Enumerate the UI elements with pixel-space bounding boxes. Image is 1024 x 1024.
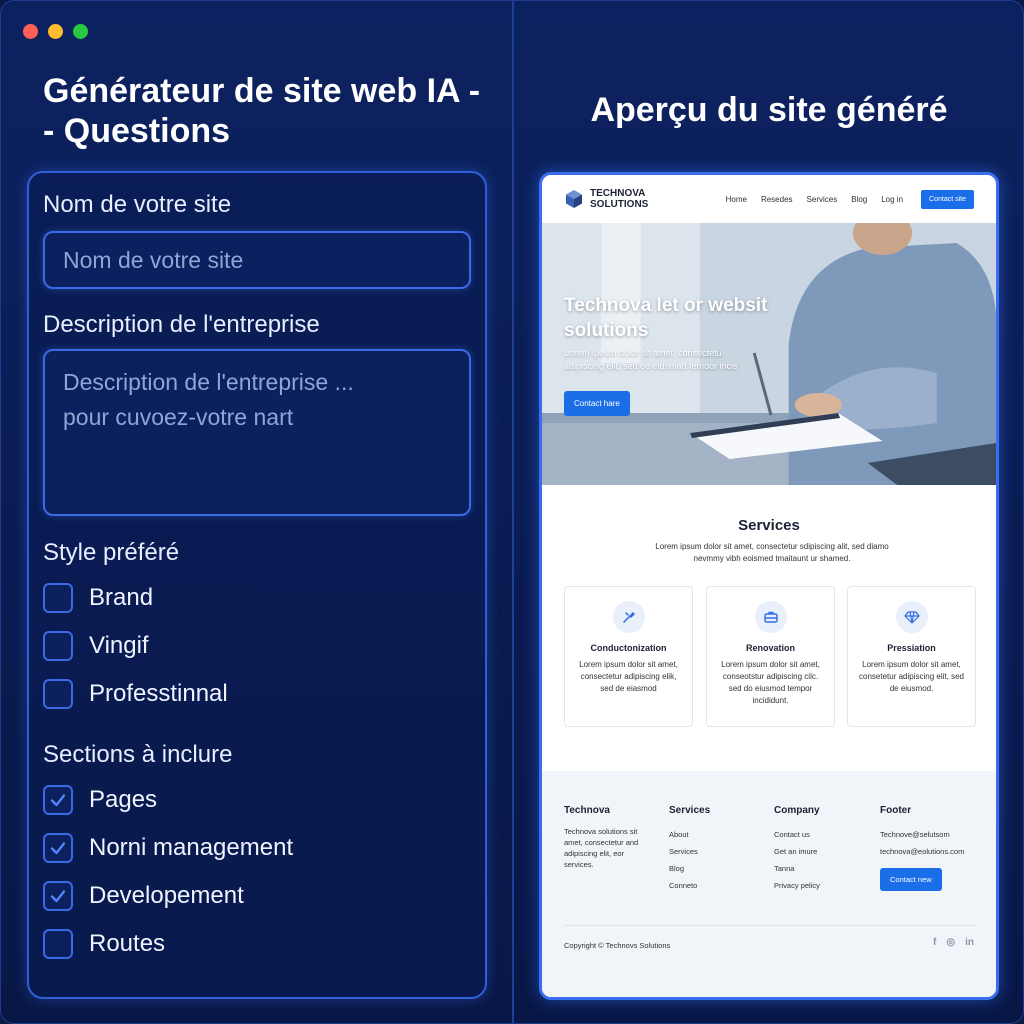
style-option-label: Vingif [89, 632, 149, 659]
service-card[interactable]: Conductonization Lorem ipsum dolor sit a… [564, 586, 693, 727]
checkmark-icon [50, 842, 66, 855]
panel-divider [512, 1, 514, 1023]
checkbox[interactable] [43, 631, 73, 661]
footer-link[interactable]: Conneto [669, 877, 769, 894]
footer-link[interactable]: Privacy pelicy [774, 877, 874, 894]
footer-divider [564, 925, 976, 926]
nav-link-resedes[interactable]: Resedes [761, 195, 793, 204]
section-option-development[interactable]: Developement [43, 881, 244, 911]
footer-link[interactable]: Get an imure [774, 843, 874, 860]
nav-link-home[interactable]: Home [726, 195, 747, 204]
briefcase-icon [754, 601, 787, 633]
footer-heading: Company [774, 805, 820, 816]
services-title: Services [738, 517, 800, 534]
social-links: f ◎ in [933, 937, 974, 948]
style-option-brand[interactable]: Brand [43, 583, 153, 613]
footer-heading: Technova [564, 805, 610, 816]
minimize-window-button[interactable] [48, 24, 63, 39]
service-card[interactable]: Pressiation Lorem ipsum dolor sit amet, … [847, 586, 976, 727]
service-card-text: Lorem ipsum dolor sit amet, consetetur a… [859, 660, 964, 693]
section-option-management[interactable]: Norni management [43, 833, 293, 863]
facebook-icon[interactable]: f [933, 937, 936, 948]
close-window-button[interactable] [23, 24, 38, 39]
sections-label: Sections à inclure [43, 741, 233, 768]
footer-column-services: Services About Services Blog Conneto [669, 805, 769, 894]
style-option-professional[interactable]: Professtinnal [43, 679, 228, 709]
footer-email[interactable]: technova@eolutions.com [880, 843, 990, 860]
footer-column-contact: Footer Technove@selutsom technova@eoluti… [880, 805, 990, 891]
preview-title: Aperçu du site généré [590, 91, 948, 129]
footer-email[interactable]: Technove@selutsom [880, 826, 990, 843]
footer-column-company: Company Contact us Get an imure Tanna Pr… [774, 805, 874, 894]
footer-heading: Services [669, 805, 711, 816]
description-placeholder-line2: pour cuvoez-votre nart [63, 404, 294, 430]
style-option-vingif[interactable]: Vingif [43, 631, 149, 661]
checkbox[interactable] [43, 583, 73, 613]
service-card-title: Renovation [745, 643, 795, 653]
footer-link[interactable]: About [669, 826, 769, 843]
maximize-window-button[interactable] [73, 24, 88, 39]
service-card-title: Pressiation [887, 643, 936, 653]
description-placeholder-line1: Description de l'entreprise ... [63, 369, 354, 395]
hero-text: Lorem ipeum doior sit amet, consectetu a… [564, 348, 738, 371]
nav-link-login[interactable]: Log in [881, 195, 903, 204]
footer-link[interactable]: Tanna [774, 860, 874, 877]
section-option-pages[interactable]: Pages [43, 785, 157, 815]
app-window: Générateur de site web IA - - Questions … [0, 0, 1024, 1024]
logo-line1: TECHNOVA [590, 188, 646, 199]
section-option-label: Norni management [89, 834, 294, 861]
footer-heading: Footer [880, 805, 912, 816]
checkmark-icon [50, 794, 66, 807]
service-card[interactable]: Renovation Lorem ipsum dolor sit amet, c… [706, 586, 835, 727]
hero-contact-button[interactable]: Contact hare [564, 391, 630, 416]
tools-icon [612, 601, 645, 633]
service-card-text: Lorem ipsum dolor sit amet, conseotstur … [721, 660, 820, 705]
description-textarea[interactable]: Description de l'entreprise ... pour cuv… [43, 349, 471, 516]
style-option-label: Professtinnal [89, 680, 228, 707]
section-option-label: Developement [89, 882, 244, 909]
site-nav-links: Home Resedes Services Blog Log in Contac… [726, 189, 974, 209]
nav-link-services[interactable]: Services [807, 195, 838, 204]
section-option-routes[interactable]: Routes [43, 929, 165, 959]
style-label: Style préféré [43, 539, 180, 566]
site-name-input[interactable]: Nom de votre site [43, 231, 471, 289]
hero-section: Technova let or websit solutions Lorem i… [542, 223, 996, 485]
nav-contact-button[interactable]: Contact site [921, 189, 974, 209]
footer-description: Technova solutions sit amet, consectetur… [564, 827, 639, 869]
footer-copyright: Copyright © Technovs Solutions [564, 941, 671, 950]
footer-column-technova: Technova Technova solutions sit amet, co… [564, 805, 654, 870]
service-card-text: Lorem ipsum dolor sit amet, consectetur … [579, 660, 678, 693]
site-name-label: Nom de votre site [43, 191, 232, 218]
section-option-label: Routes [89, 930, 166, 957]
site-logo[interactable]: TECHNOVA SOLUTIONS [590, 188, 660, 210]
site-navbar: TECHNOVA SOLUTIONS Home Resedes Services… [542, 175, 996, 223]
description-label: Description de l'entreprise [43, 311, 320, 338]
hero-title: Technova let or websit solutions [564, 295, 768, 341]
window-controls [23, 24, 88, 39]
footer-link[interactable]: Blog [669, 860, 769, 877]
checkmark-icon [50, 890, 66, 903]
section-option-label: Pages [89, 786, 158, 813]
footer-link[interactable]: Services [669, 843, 769, 860]
checkbox[interactable] [43, 679, 73, 709]
cube-logo-icon [566, 190, 582, 208]
style-option-label: Brand [89, 584, 154, 611]
service-card-title: Conductonization [590, 643, 667, 653]
logo-line2: SOLUTIONS [590, 199, 649, 210]
site-footer: Technova Technova solutions sit amet, co… [542, 771, 996, 997]
checkbox-checked[interactable] [43, 833, 73, 863]
questions-title: Générateur de site web IA - - Questions [43, 72, 481, 150]
checkbox-checked[interactable] [43, 881, 73, 911]
instagram-icon[interactable]: ◎ [946, 937, 955, 948]
footer-contact-button[interactable]: Contact new [880, 868, 942, 891]
footer-link[interactable]: Contact us [774, 826, 874, 843]
diamond-icon [895, 601, 928, 633]
site-preview: TECHNOVA SOLUTIONS Home Resedes Services… [539, 172, 999, 1000]
nav-link-blog[interactable]: Blog [851, 195, 867, 204]
checkbox-checked[interactable] [43, 785, 73, 815]
services-subtitle: Lorem ipsum dolor sit amet, consectetur … [655, 542, 889, 563]
linkedin-icon[interactable]: in [965, 937, 974, 948]
checkbox[interactable] [43, 929, 73, 959]
